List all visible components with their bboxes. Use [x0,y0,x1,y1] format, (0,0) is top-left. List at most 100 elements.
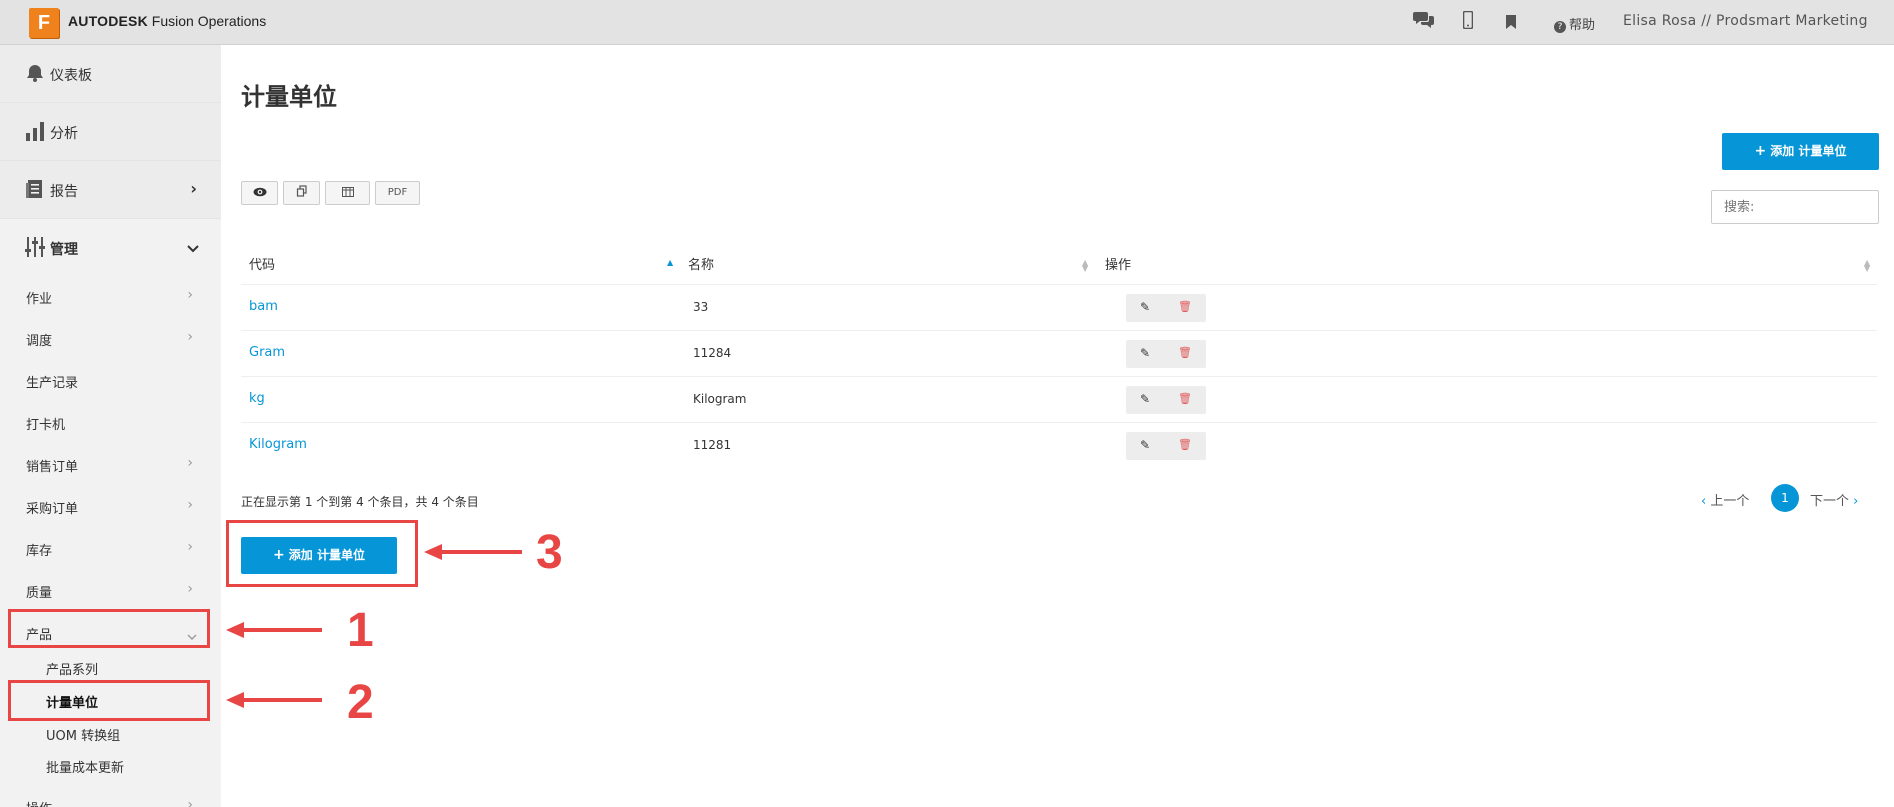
sidebar-item-label: 销售订单 [26,460,79,475]
sidebar-item-reports[interactable]: 报告 › [0,161,221,219]
code-link[interactable]: Gram [249,345,285,360]
export-pdf-button[interactable]: PDF [375,181,420,205]
edit-icon[interactable]: ✎ [1140,300,1150,314]
columns-icon [341,186,354,199]
table-row: Kilogram 11281 ✎ 🗑 [241,422,1877,468]
sidebar-item-label: 质量 [26,586,53,601]
sidebar-item-scheduling[interactable]: 调度 › [0,317,221,359]
bookmark-icon[interactable] [1506,14,1516,33]
code-link[interactable]: bam [249,299,278,314]
copy-icon [296,185,308,199]
chat-icon[interactable] [1413,9,1435,33]
sidebar-item-inventory[interactable]: 库存 › [0,527,221,569]
sidebar-subitem-label: 产品系列 [46,663,99,678]
sidebar-item-management[interactable]: 管理 [0,219,221,277]
sort-both-icon[interactable]: ▲ ▼ [1082,259,1088,273]
code-link[interactable]: Kilogram [249,437,307,452]
column-header-name[interactable]: 名称 [688,248,714,284]
sidebar-item-production-records[interactable]: 生产记录 [0,359,221,401]
trash-icon[interactable]: 🗑 [1178,346,1192,359]
chevron-right-icon: › [187,581,193,597]
row-actions: ✎ 🗑 [1126,340,1206,368]
search-input[interactable] [1711,190,1879,224]
help-link[interactable]: ? 帮助 [1554,14,1595,33]
add-uom-button-top[interactable]: + 添加 计量单位 [1722,133,1879,170]
column-visibility-button[interactable] [241,181,278,205]
eye-icon [253,186,267,199]
chevron-right-icon: › [187,539,193,555]
edit-icon[interactable]: ✎ [1140,392,1150,406]
sidebar-subitem-bulk-cost-update[interactable]: 批量成本更新 [0,749,221,781]
name-cell: 33 [693,300,709,314]
name-cell: Kilogram [693,392,747,406]
sidebar-subitem-product-families[interactable]: 产品系列 [0,651,221,683]
export-csv-button[interactable] [325,181,370,205]
sidebar-item-time-clock[interactable]: 打卡机 [0,401,221,443]
annotation-box-1 [8,609,210,648]
pagination-next-label: 下一个 [1810,494,1850,509]
sidebar-item-dashboard[interactable]: 仪表板 [0,45,221,103]
trash-icon[interactable]: 🗑 [1178,392,1192,405]
page-title: 计量单位 [241,83,337,111]
sidebar-item-sales-orders[interactable]: 销售订单 › [0,443,221,485]
column-header-actions[interactable]: 操作 [1105,248,1131,284]
sidebar-item-analytics[interactable]: 分析 [0,103,221,161]
row-actions: ✎ 🗑 [1126,386,1206,414]
chevron-right-icon: › [187,287,193,303]
copy-button[interactable] [283,181,320,205]
user-account[interactable]: Elisa Rosa // Prodsmart Marketing [1623,13,1868,29]
row-actions: ✎ 🗑 [1126,432,1206,460]
chevron-right-icon: › [187,329,193,345]
help-label: 帮助 [1569,18,1596,33]
annotation-number-1: 1 [347,604,374,657]
annotation-number-2: 2 [347,676,374,729]
top-bar: F AUTODESK Fusion Operations ? 帮助 Elisa R… [0,0,1894,45]
sidebar-item-label: 仪表板 [50,68,92,84]
table-info: 正在显示第 1 个到第 4 个条目，共 4 个条目 [241,495,479,509]
fusion-logo[interactable]: F [29,8,59,38]
sidebar-subitem-uom-conversion-groups[interactable]: UOM 转换组 [0,717,221,749]
row-actions: ✎ 🗑 [1126,294,1206,322]
bell-icon [25,63,45,83]
chevron-right-icon: › [1853,494,1859,509]
chevron-down-icon [187,239,199,258]
sidebar-item-quality[interactable]: 质量 › [0,569,221,611]
sidebar-item-label: 管理 [50,242,78,258]
pagination-page-current[interactable]: 1 [1771,484,1799,512]
sidebar-item-purchase-orders[interactable]: 采购订单 › [0,485,221,527]
bar-chart-icon [25,121,45,141]
pagination-next[interactable]: 下一个 › [1810,490,1858,518]
sidebar-item-label: 打卡机 [26,418,66,433]
trash-icon[interactable]: 🗑 [1178,438,1192,451]
chevron-left-icon: ‹ [1701,494,1707,509]
sidebar-item-label: 采购订单 [26,502,79,517]
brand-name: AUTODESK Fusion Operations [68,13,266,29]
pagination-previous[interactable]: ‹ 上一个 [1701,490,1749,518]
chevron-right-icon: › [187,455,193,471]
table-toolbar: PDF [241,181,425,205]
name-cell: 11284 [693,346,732,360]
report-icon [25,179,45,199]
edit-icon[interactable]: ✎ [1140,346,1150,360]
chevron-right-icon: › [187,797,193,807]
sidebar-item-jobs[interactable]: 作业 › [0,275,221,317]
sidebar-subitem-label: 批量成本更新 [46,761,125,776]
annotation-box-3 [226,520,418,587]
sidebar-item-label: 生产记录 [26,376,79,391]
sidebar-item-label: 作业 [26,292,53,307]
sort-both-icon[interactable]: ▲ ▼ [1864,259,1870,273]
sidebar-item-operations[interactable]: 操作 › [0,785,221,807]
column-header-code[interactable]: 代码 [249,248,275,284]
table-row: kg Kilogram ✎ 🗑 [241,376,1877,422]
brand-autodesk: AUTODESK [68,13,148,29]
trash-icon[interactable]: 🗑 [1178,300,1192,313]
code-link[interactable]: kg [249,391,265,406]
table-row: Gram 11284 ✎ 🗑 [241,330,1877,376]
sidebar-item-label: 分析 [50,126,78,142]
mobile-icon[interactable] [1462,10,1474,33]
sort-asc-icon[interactable]: ▲ [667,259,673,267]
chevron-right-icon: › [187,497,193,513]
edit-icon[interactable]: ✎ [1140,438,1150,452]
sidebar-subitem-label: UOM 转换组 [46,729,121,744]
chevron-right-icon: › [190,179,197,198]
